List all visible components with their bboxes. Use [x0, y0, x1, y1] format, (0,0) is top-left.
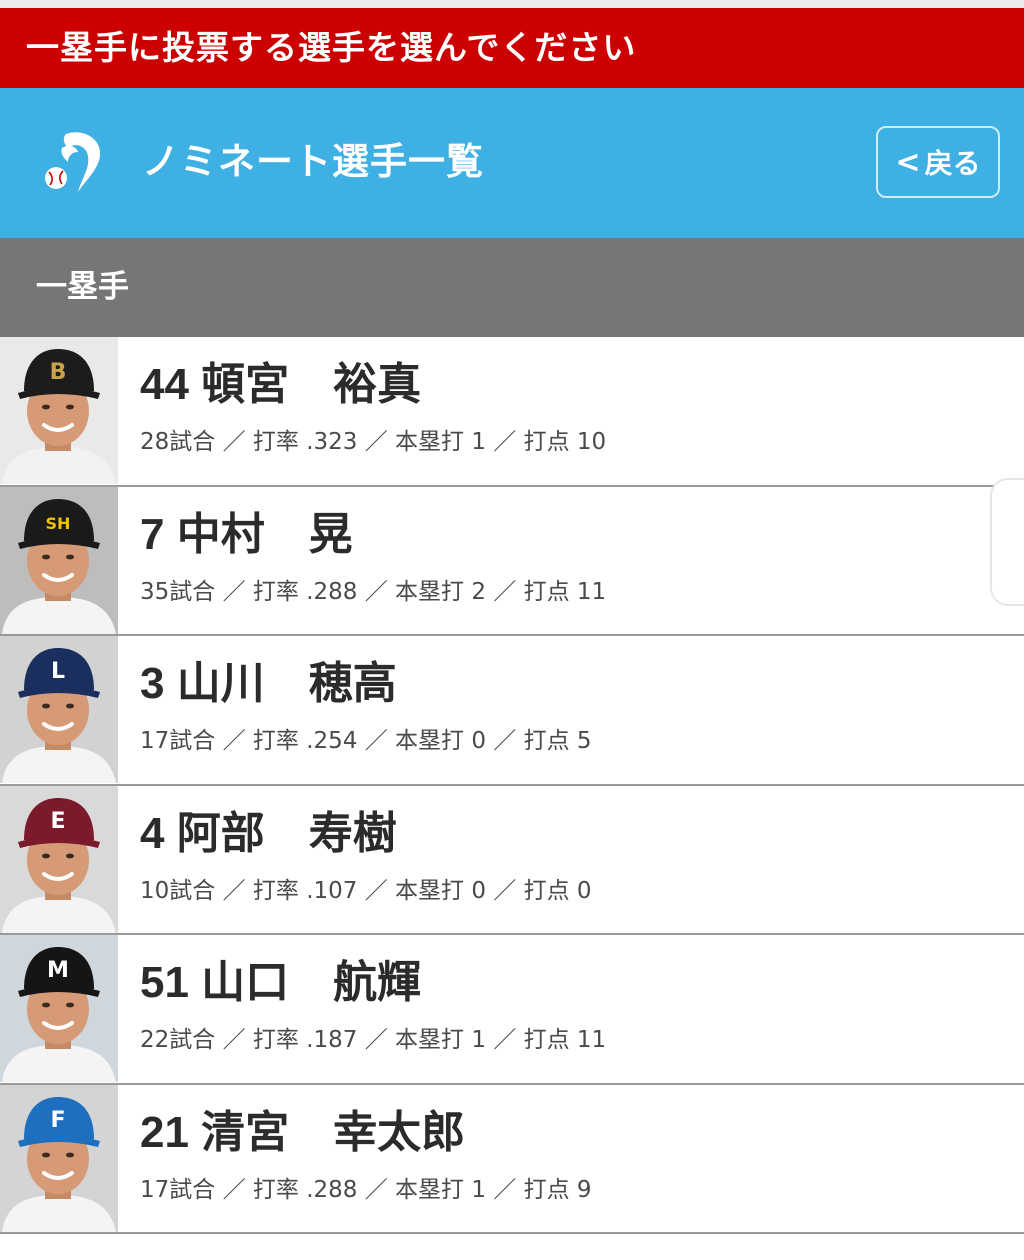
player-stats: 10試合 ／ 打率 .107 ／ 本塁打 0 ／ 打点 0 — [140, 877, 592, 904]
player-row[interactable]: M 51 山口 航輝 22試合 ／ 打率 .187 ／ 本塁打 1 ／ 打点 1… — [0, 935, 1024, 1085]
player-row[interactable]: B 44 頓宮 裕真 28試合 ／ 打率 .323 ／ 本塁打 1 ／ 打点 1… — [0, 337, 1024, 487]
player-photo: F — [0, 1084, 118, 1232]
player-photo: SH — [0, 486, 118, 634]
player-photo: M — [0, 935, 118, 1082]
section-header: 一塁手 — [0, 238, 1024, 337]
scroll-edge-handle[interactable] — [990, 478, 1024, 606]
player-name: 51 山口 航輝 — [140, 958, 422, 1007]
player-stats: 17試合 ／ 打率 .288 ／ 本塁打 1 ／ 打点 9 — [140, 1176, 592, 1203]
section-title: 一塁手 — [36, 269, 129, 305]
player-row[interactable]: SH 7 中村 晃 35試合 ／ 打率 .288 ／ 本塁打 2 ／ 打点 11 — [0, 486, 1024, 636]
svg-text:L: L — [51, 659, 65, 684]
player-name: 44 頓宮 裕真 — [140, 360, 422, 409]
player-stats: 17試合 ／ 打率 .254 ／ 本塁打 0 ／ 打点 5 — [140, 728, 592, 754]
player-stats: 35試合 ／ 打率 .288 ／ 本塁打 2 ／ 打点 11 — [140, 578, 607, 605]
back-button[interactable]: < 戻る — [876, 126, 1000, 198]
player-name: 21 清宮 幸太郎 — [140, 1107, 466, 1157]
player-name: 7 中村 晃 — [140, 509, 353, 559]
back-button-label: 戻る — [924, 147, 981, 180]
avatar: M — [0, 935, 118, 1082]
player-list: B 44 頓宮 裕真 28試合 ／ 打率 .323 ／ 本塁打 1 ／ 打点 1… — [0, 337, 1024, 1234]
avatar: SH — [0, 486, 118, 634]
player-stats: 28試合 ／ 打率 .323 ／ 本塁打 1 ／ 打点 10 — [140, 429, 607, 455]
avatar: L — [0, 636, 118, 783]
player-photo: L — [0, 636, 118, 783]
baseball-logo-icon — [45, 132, 101, 192]
player-name: 4 阿部 寿樹 — [140, 808, 397, 858]
banner-text: 一塁手に投票する選手を選んでください — [26, 28, 637, 67]
player-photo: B — [0, 337, 118, 484]
page-title: ノミネート選手一覧 — [142, 140, 484, 183]
svg-text:E: E — [50, 809, 65, 834]
avatar: B — [0, 337, 118, 484]
svg-text:F: F — [50, 1108, 65, 1133]
player-row[interactable]: E 4 阿部 寿樹 10試合 ／ 打率 .107 ／ 本塁打 0 ／ 打点 0 — [0, 785, 1024, 935]
avatar: E — [0, 785, 118, 933]
chevron-left-icon: < — [895, 144, 921, 180]
player-name: 3 山川 穂高 — [140, 659, 397, 708]
nav-header: ノミネート選手一覧 < 戻る — [0, 88, 1024, 238]
player-row[interactable]: L 3 山川 穂高 17試合 ／ 打率 .254 ／ 本塁打 0 ／ 打点 5 — [0, 636, 1024, 786]
avatar: F — [0, 1084, 118, 1232]
player-stats: 22試合 ／ 打率 .187 ／ 本塁打 1 ／ 打点 11 — [140, 1027, 607, 1053]
player-photo: E — [0, 785, 118, 933]
svg-text:SH: SH — [46, 514, 71, 533]
top-strip — [0, 0, 1024, 8]
player-row[interactable]: F 21 清宮 幸太郎 17試合 ／ 打率 .288 ／ 本塁打 1 ／ 打点 … — [0, 1084, 1024, 1234]
svg-text:B: B — [50, 360, 67, 385]
svg-text:M: M — [47, 958, 69, 983]
instruction-banner: 一塁手に投票する選手を選んでください — [0, 8, 1024, 88]
